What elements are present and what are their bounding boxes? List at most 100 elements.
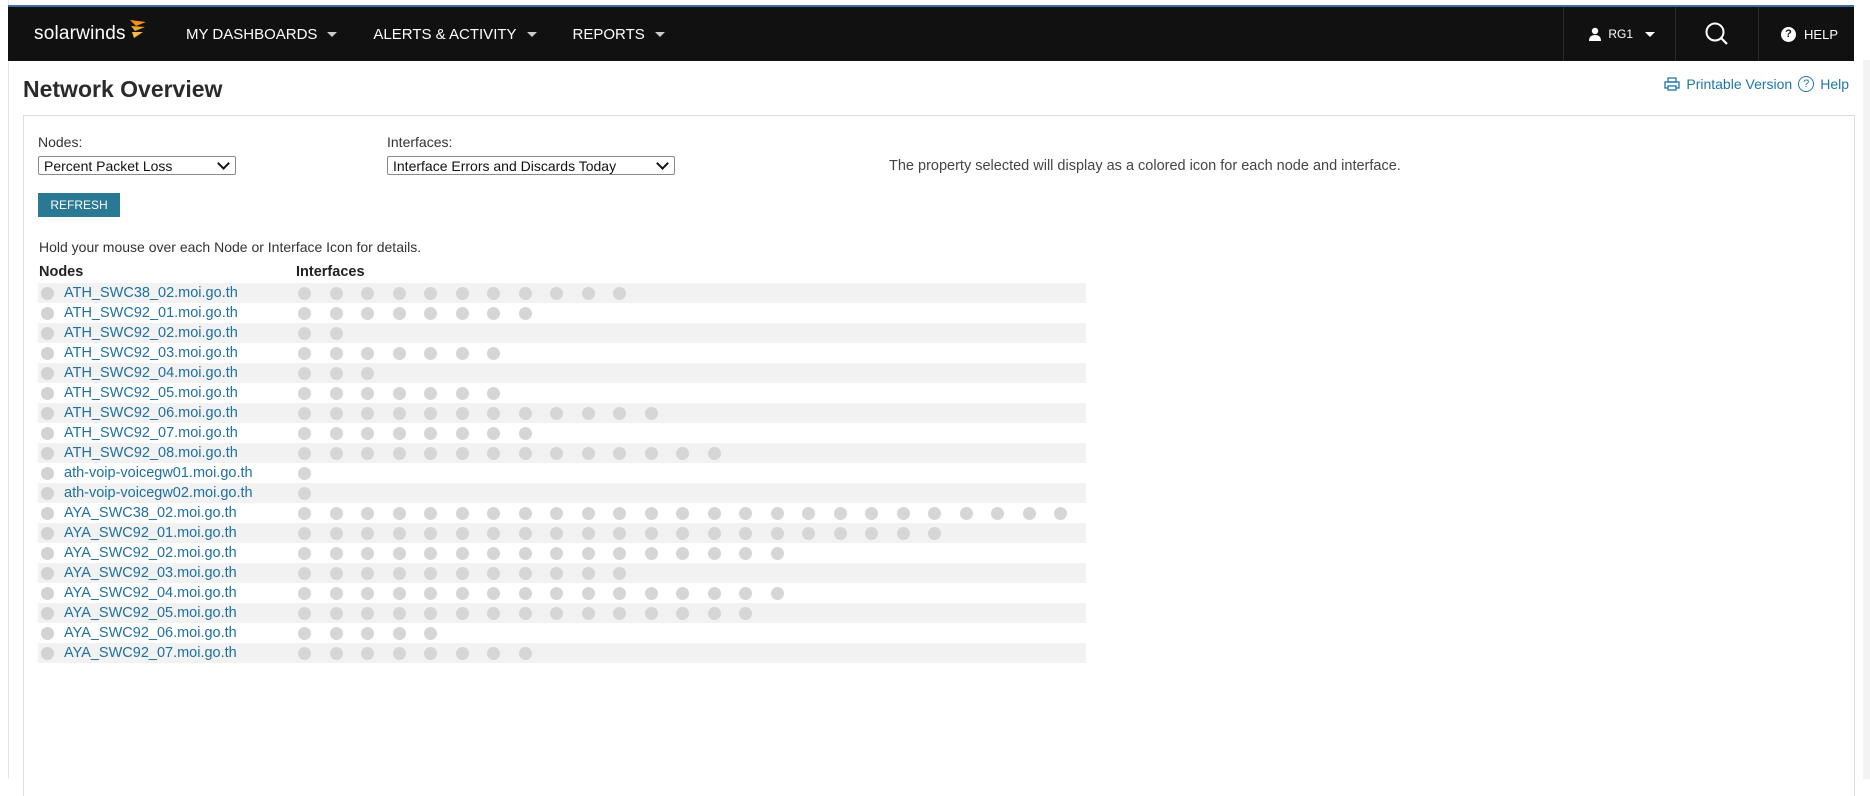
interface-status-icon[interactable] [833, 506, 847, 520]
interface-status-icon[interactable] [550, 286, 563, 300]
node-status-icon[interactable] [41, 486, 54, 500]
refresh-button[interactable]: REFRESH [38, 193, 120, 217]
interface-status-icon[interactable] [865, 526, 878, 540]
printable-version-link[interactable]: Printable Version [1686, 76, 1792, 92]
interface-status-icon[interactable] [392, 506, 406, 520]
node-status-icon[interactable] [41, 406, 54, 420]
interface-status-icon[interactable] [392, 526, 406, 540]
node-status-icon[interactable] [41, 466, 54, 480]
nav-reports[interactable]: REPORTS [573, 26, 665, 43]
interface-status-icon[interactable] [487, 566, 500, 580]
node-link[interactable]: AYA_SWC92_03.moi.go.th [64, 565, 237, 581]
interface-status-icon[interactable] [959, 506, 973, 520]
interface-status-icon[interactable] [613, 446, 626, 460]
interface-status-icon[interactable] [644, 446, 658, 460]
interface-status-icon[interactable] [739, 506, 752, 520]
interface-status-icon[interactable] [487, 646, 500, 660]
interface-status-icon[interactable] [392, 586, 406, 600]
interface-status-icon[interactable] [581, 566, 595, 580]
interface-status-icon[interactable] [329, 626, 343, 640]
help-button[interactable]: ? HELP [1758, 7, 1854, 61]
interface-status-icon[interactable] [676, 506, 689, 520]
node-link[interactable]: AYA_SWC92_02.moi.go.th [64, 545, 237, 561]
node-status-icon[interactable] [41, 526, 54, 540]
node-status-icon[interactable] [41, 366, 54, 380]
interface-status-icon[interactable] [329, 446, 343, 460]
interface-status-icon[interactable] [613, 606, 626, 620]
interface-status-icon[interactable] [487, 526, 500, 540]
interface-status-icon[interactable] [770, 546, 784, 560]
interface-status-icon[interactable] [455, 566, 469, 580]
interface-status-icon[interactable] [392, 406, 406, 420]
interface-status-icon[interactable] [329, 606, 343, 620]
interface-status-icon[interactable] [487, 346, 500, 360]
interface-status-icon[interactable] [361, 526, 374, 540]
interface-status-icon[interactable] [455, 546, 469, 560]
interface-status-icon[interactable] [928, 506, 941, 520]
node-link[interactable]: ATH_SWC92_05.moi.go.th [64, 385, 238, 401]
interface-status-icon[interactable] [707, 586, 721, 600]
interface-status-icon[interactable] [392, 306, 406, 320]
interface-status-icon[interactable] [896, 506, 910, 520]
node-link[interactable]: ATH_SWC92_03.moi.go.th [64, 345, 238, 361]
node-status-icon[interactable] [41, 346, 54, 360]
interface-status-icon[interactable] [424, 286, 437, 300]
help-link[interactable]: Help [1820, 76, 1849, 92]
interface-status-icon[interactable] [361, 306, 374, 320]
interface-status-icon[interactable] [298, 586, 311, 600]
interface-status-icon[interactable] [298, 606, 311, 620]
interface-status-icon[interactable] [298, 346, 311, 360]
interface-status-icon[interactable] [770, 506, 784, 520]
node-link[interactable]: ATH_SWC92_08.moi.go.th [64, 445, 238, 461]
interface-status-icon[interactable] [581, 506, 595, 520]
interface-status-icon[interactable] [518, 546, 532, 560]
interface-status-icon[interactable] [361, 386, 374, 400]
interface-status-icon[interactable] [298, 506, 311, 520]
interface-status-icon[interactable] [424, 386, 437, 400]
interface-status-icon[interactable] [455, 306, 469, 320]
node-link[interactable]: ATH_SWC92_04.moi.go.th [64, 365, 238, 381]
interface-status-icon[interactable] [581, 546, 595, 560]
node-status-icon[interactable] [41, 326, 54, 340]
interface-status-icon[interactable] [518, 646, 532, 660]
interface-status-icon[interactable] [613, 586, 626, 600]
node-status-icon[interactable] [41, 446, 54, 460]
interface-status-icon[interactable] [361, 506, 374, 520]
interface-status-icon[interactable] [455, 446, 469, 460]
interface-status-icon[interactable] [487, 306, 500, 320]
interface-status-icon[interactable] [455, 346, 469, 360]
interface-status-icon[interactable] [424, 526, 437, 540]
interface-status-icon[interactable] [455, 586, 469, 600]
interface-status-icon[interactable] [298, 426, 311, 440]
interface-status-icon[interactable] [361, 646, 374, 660]
interface-status-icon[interactable] [676, 586, 689, 600]
interface-status-icon[interactable] [487, 586, 500, 600]
interface-status-icon[interactable] [770, 586, 784, 600]
node-status-icon[interactable] [41, 566, 54, 580]
interface-status-icon[interactable] [392, 286, 406, 300]
interface-status-icon[interactable] [707, 546, 721, 560]
interface-status-icon[interactable] [550, 446, 563, 460]
node-status-icon[interactable] [41, 426, 54, 440]
interface-status-icon[interactable] [361, 346, 374, 360]
interface-status-icon[interactable] [518, 406, 532, 420]
interface-status-icon[interactable] [424, 426, 437, 440]
interface-status-icon[interactable] [298, 326, 311, 340]
interface-status-icon[interactable] [329, 286, 343, 300]
interface-status-icon[interactable] [392, 426, 406, 440]
node-status-icon[interactable] [41, 606, 54, 620]
printer-icon[interactable] [1664, 77, 1681, 91]
interface-status-icon[interactable] [424, 346, 437, 360]
node-link[interactable]: AYA_SWC92_06.moi.go.th [64, 625, 237, 641]
interface-status-icon[interactable] [298, 486, 311, 500]
interface-status-icon[interactable] [581, 606, 595, 620]
interface-status-icon[interactable] [676, 446, 689, 460]
interface-status-icon[interactable] [298, 366, 311, 380]
interface-status-icon[interactable] [581, 586, 595, 600]
interface-status-icon[interactable] [581, 446, 595, 460]
interface-status-icon[interactable] [361, 606, 374, 620]
interface-status-icon[interactable] [361, 406, 374, 420]
interface-status-icon[interactable] [707, 446, 721, 460]
interface-status-icon[interactable] [487, 386, 500, 400]
node-link[interactable]: ATH_SWC38_02.moi.go.th [64, 285, 238, 301]
